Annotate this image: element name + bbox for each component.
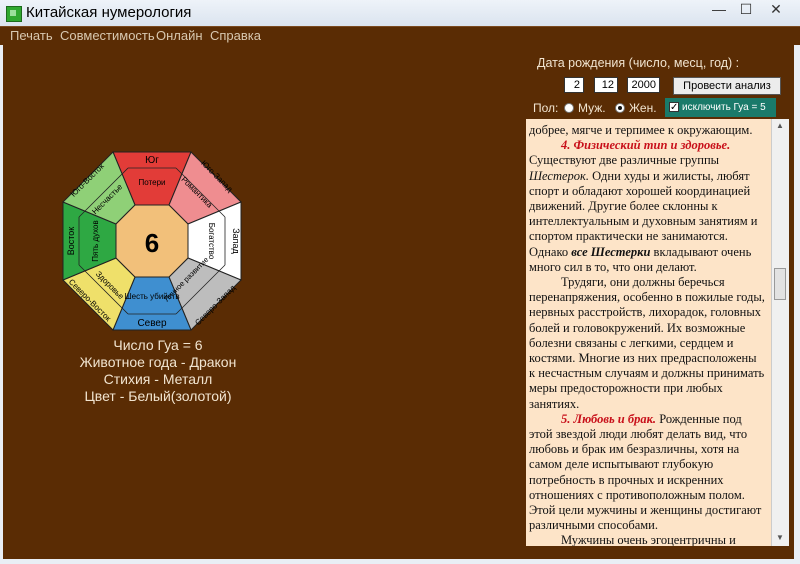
sector-meaning-west: Богатство (207, 223, 216, 260)
element-label: Стихия - (103, 371, 163, 387)
section-heading-health: 4. Физический тип и здоровье. (526, 138, 771, 153)
menu-help[interactable]: Справка (210, 28, 261, 43)
sector-name-south: Юг (145, 155, 159, 166)
year-input[interactable]: 2000 (627, 77, 660, 93)
element-value: Металл (162, 371, 213, 387)
sector-meaning-north: Шесть убийств (124, 292, 179, 301)
sector-name-east: Восток (66, 227, 76, 256)
main-panel: Дата рождения (число, месц, год) : 2 12 … (3, 44, 794, 559)
birth-date-label: Дата рождения (число, месц, год) : (537, 56, 740, 70)
close-button[interactable]: ✕ (758, 0, 794, 20)
scroll-thumb[interactable] (774, 268, 786, 300)
menu-online[interactable]: Онлайн (156, 28, 203, 43)
text-scrollbar[interactable]: ▲ ▼ (771, 119, 789, 546)
text-paragraph: Трудяги, они должны беречься перенапряже… (529, 275, 765, 411)
bagua-diagram: Юг Потери Юго-Запад Романтика Запад Бога… (62, 151, 242, 331)
menu-bar: Печать Совместимость Онлайн Справка (0, 26, 800, 45)
male-radio[interactable] (564, 103, 574, 113)
window-title: Китайская нумерология (26, 4, 192, 21)
gender-label: Пол: (533, 101, 559, 115)
sector-name-north: Север (137, 318, 167, 329)
heading-health-text: 4. Физический тип и здоровье. (561, 138, 731, 153)
gua-label: Число Гуа = (113, 337, 195, 353)
animal-value: Дракон (189, 354, 237, 370)
animal-label: Животное года - (79, 354, 190, 370)
menu-print[interactable]: Печать (10, 28, 53, 43)
female-label: Жен. (629, 101, 657, 115)
maximize-button[interactable]: ☐ (734, 0, 758, 20)
gua-value: 6 (194, 337, 203, 353)
exclude-gua-label: исключить Гуа = 5 (682, 102, 766, 113)
color-line: Цвет - Белый(золотой) (63, 388, 253, 404)
day-input[interactable]: 2 (564, 77, 584, 93)
element-line: Стихия - Металл (63, 371, 253, 387)
menu-compatibility[interactable]: Совместимость (60, 28, 155, 43)
text-paragraph: Существуют две различные группы Шестерок… (529, 153, 758, 274)
color-value: Белый(золотой) (128, 388, 232, 404)
female-radio[interactable] (615, 103, 625, 113)
scroll-down-icon[interactable]: ▼ (776, 533, 784, 542)
analyze-button[interactable]: Провести анализ (673, 77, 781, 95)
minimize-button[interactable]: — (706, 0, 732, 20)
checkbox-check-icon[interactable] (669, 98, 679, 117)
text-paragraph: 5. Любовь и брак. Рожденные под этой зве… (529, 411, 762, 533)
description-text-pane[interactable]: добрее, мягче и терпимее к окружающим. 4… (526, 119, 771, 546)
app-icon (6, 6, 22, 22)
gua-number-line: Число Гуа = 6 (63, 337, 253, 353)
animal-line: Животное года - Дракон (63, 354, 253, 370)
sector-meaning-south: Потери (139, 178, 166, 187)
text-paragraph: Мужчины очень эгоцентричны и (561, 533, 736, 546)
text-paragraph: добрее, мягче и терпимее к окружающим. (529, 123, 753, 137)
color-label: Цвет - (84, 388, 129, 404)
heading-love-text: 5. Любовь и брак. (561, 411, 657, 426)
scroll-up-icon[interactable]: ▲ (776, 121, 784, 130)
sector-name-west: Запад (231, 228, 241, 254)
gua-center-number: 6 (145, 228, 159, 258)
sector-meaning-east: Пять духов (91, 220, 100, 261)
male-label: Муж. (578, 101, 606, 115)
title-bar: Китайская нумерология — ☐ ✕ (0, 0, 800, 27)
exclude-gua-checkbox[interactable]: исключить Гуа = 5 (665, 98, 776, 117)
month-input[interactable]: 12 (594, 77, 618, 93)
